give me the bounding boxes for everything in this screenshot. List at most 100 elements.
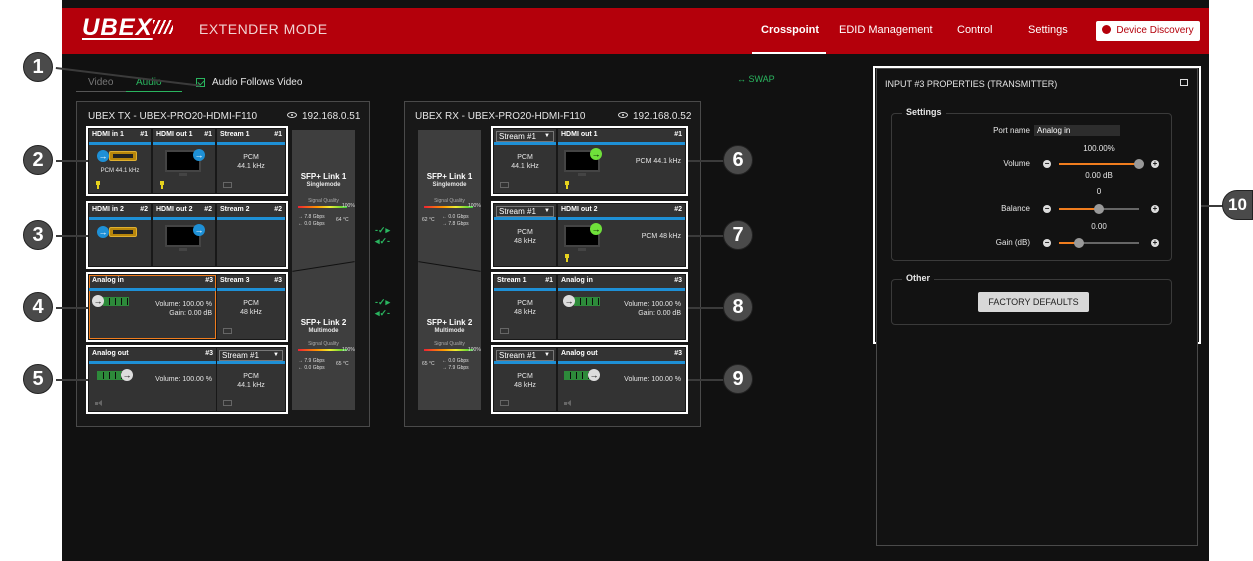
highlight-frame-7: [491, 201, 688, 269]
link-divider: [292, 261, 355, 272]
tab-audio-underline: [126, 91, 182, 92]
link1-temp: 62 °C: [422, 217, 435, 223]
link1-temp: 64 °C: [336, 217, 349, 223]
nav-settings[interactable]: Settings: [1028, 24, 1068, 36]
link1-title: SFP+ Link 1: [300, 172, 347, 181]
link1-down-value: 0.0 Gbps: [304, 221, 325, 227]
balance-minus-button[interactable]: −: [1043, 205, 1051, 213]
port-name-label: Port name: [993, 126, 1030, 135]
properties-title: INPUT #3 PROPERTIES (TRANSMITTER): [885, 79, 1058, 89]
gain-label: Gain (dB): [995, 238, 1030, 247]
tab-video-underline: [76, 91, 126, 92]
top-bar: UBEX EXTENDER MODE Crosspoint EDID Manag…: [62, 8, 1209, 54]
callout-4: 4: [23, 292, 53, 322]
link1-connected-icon: -✓▸ ◂✓-: [375, 225, 391, 246]
callout-line-7: [688, 235, 724, 237]
rx-sfp-links: SFP+ Link 1 Singlemode Signal Quality 10…: [418, 130, 481, 410]
nav-active-underline: [752, 52, 826, 54]
highlight-frame-4: [86, 272, 288, 342]
link2-quality-pct: 100%: [342, 347, 355, 353]
link2-quality-bar: [298, 349, 347, 351]
gain-slider-knob[interactable]: [1074, 238, 1084, 248]
link2-quality-bar: [424, 349, 473, 351]
balance-value: 0: [1096, 187, 1102, 196]
discovery-icon: [1102, 25, 1112, 34]
link2-mode: Multimode: [434, 328, 465, 334]
volume-label: Volume: [1003, 159, 1030, 168]
port-name-input[interactable]: Analog in: [1034, 125, 1120, 136]
highlight-frame-8: [491, 272, 688, 342]
gain-slider[interactable]: [1059, 238, 1139, 248]
link2-down: ← 0.0 Gbps: [298, 365, 325, 371]
ubex-logo: UBEX: [82, 14, 153, 41]
rx-title: UBEX RX - UBEX-PRO20-HDMI-F110: [415, 111, 586, 122]
volume-plus-button[interactable]: +: [1151, 160, 1159, 168]
link1-up-value: 0.0 Gbps: [448, 214, 469, 220]
link2-quality-pct: 100%: [468, 347, 481, 353]
callout-6: 6: [723, 145, 753, 175]
link2-mode: Multimode: [308, 328, 339, 334]
factory-defaults-button[interactable]: FACTORY DEFAULTS: [978, 292, 1089, 312]
link1-down-value: 7.8 Gbps: [448, 221, 469, 227]
link2-up: → 7.9 Gbps: [442, 365, 469, 371]
volume-minus-button[interactable]: −: [1043, 160, 1051, 168]
device-discovery-button[interactable]: Device Discovery: [1096, 21, 1200, 41]
device-discovery-label: Device Discovery: [1116, 25, 1194, 36]
rx-ip: 192.168.0.52: [618, 111, 691, 122]
link2-down-value: 7.9 Gbps: [448, 365, 469, 371]
balance-plus-button[interactable]: +: [1151, 205, 1159, 213]
link2-title: SFP+ Link 2: [300, 318, 347, 327]
mode-title: EXTENDER MODE: [199, 21, 328, 37]
callout-line-3: [56, 235, 88, 237]
settings-title: Settings: [902, 107, 946, 117]
callout-line-4: [56, 307, 88, 309]
volume-slider-knob[interactable]: [1134, 159, 1144, 169]
swap-label: SWAP: [748, 74, 775, 84]
gain-plus-button[interactable]: +: [1151, 239, 1159, 247]
other-title: Other: [902, 273, 935, 283]
callout-3: 3: [23, 220, 53, 250]
link1-title: SFP+ Link 1: [426, 172, 473, 181]
callout-1: 1: [23, 52, 53, 82]
link2-up-value: 7.9 Gbps: [304, 358, 325, 364]
volume-db: 0.00 dB: [1085, 171, 1113, 180]
swap-button[interactable]: ↔ SWAP: [737, 74, 775, 84]
gain-value: 0.00: [1091, 222, 1107, 231]
gain-minus-button[interactable]: −: [1043, 239, 1051, 247]
audio-follows-video-label: Audio Follows Video: [212, 77, 303, 88]
link2-up: → 7.9 Gbps: [298, 358, 325, 364]
nav-edid-management[interactable]: EDID Management: [839, 24, 933, 36]
link1-quality-pct: 100%: [468, 203, 481, 209]
window-restore-icon[interactable]: [1180, 79, 1188, 86]
callout-line-8: [688, 307, 724, 309]
balance-slider[interactable]: [1059, 204, 1139, 214]
highlight-frame-6: [491, 126, 688, 196]
link2-up-value: 0.0 Gbps: [448, 358, 469, 364]
callout-2: 2: [23, 145, 53, 175]
link1-mode: Singlemode: [306, 182, 341, 188]
nav-crosspoint[interactable]: Crosspoint: [761, 24, 819, 36]
callout-9: 9: [723, 364, 753, 394]
tx-title: UBEX TX - UBEX-PRO20-HDMI-F110: [88, 111, 258, 122]
link2-down-value: 0.0 Gbps: [304, 365, 325, 371]
tx-ip: 192.168.0.51: [287, 111, 360, 122]
volume-slider[interactable]: [1059, 159, 1144, 169]
volume-value: 100.00%: [1083, 144, 1115, 153]
tab-video[interactable]: Video: [88, 77, 113, 88]
eye-icon: [618, 112, 628, 118]
highlight-frame-3: [86, 201, 288, 269]
balance-label: Balance: [1001, 204, 1030, 213]
rx-ip-value: 192.168.0.52: [633, 111, 692, 122]
callout-7: 7: [723, 220, 753, 250]
callout-8: 8: [723, 292, 753, 322]
tx-sfp-links: SFP+ Link 1 Singlemode Signal Quality 10…: [292, 130, 355, 410]
nav-control[interactable]: Control: [957, 24, 992, 36]
balance-slider-knob[interactable]: [1094, 204, 1104, 214]
link1-up: → 7.8 Gbps: [298, 214, 325, 220]
callout-5: 5: [23, 364, 53, 394]
tx-ip-value: 192.168.0.51: [302, 111, 361, 122]
link1-quality-bar: [298, 206, 347, 208]
link2-temp: 65 °C: [336, 361, 349, 367]
link1-up: → 7.8 Gbps: [442, 221, 469, 227]
link1-quality-pct: 100%: [342, 203, 355, 209]
